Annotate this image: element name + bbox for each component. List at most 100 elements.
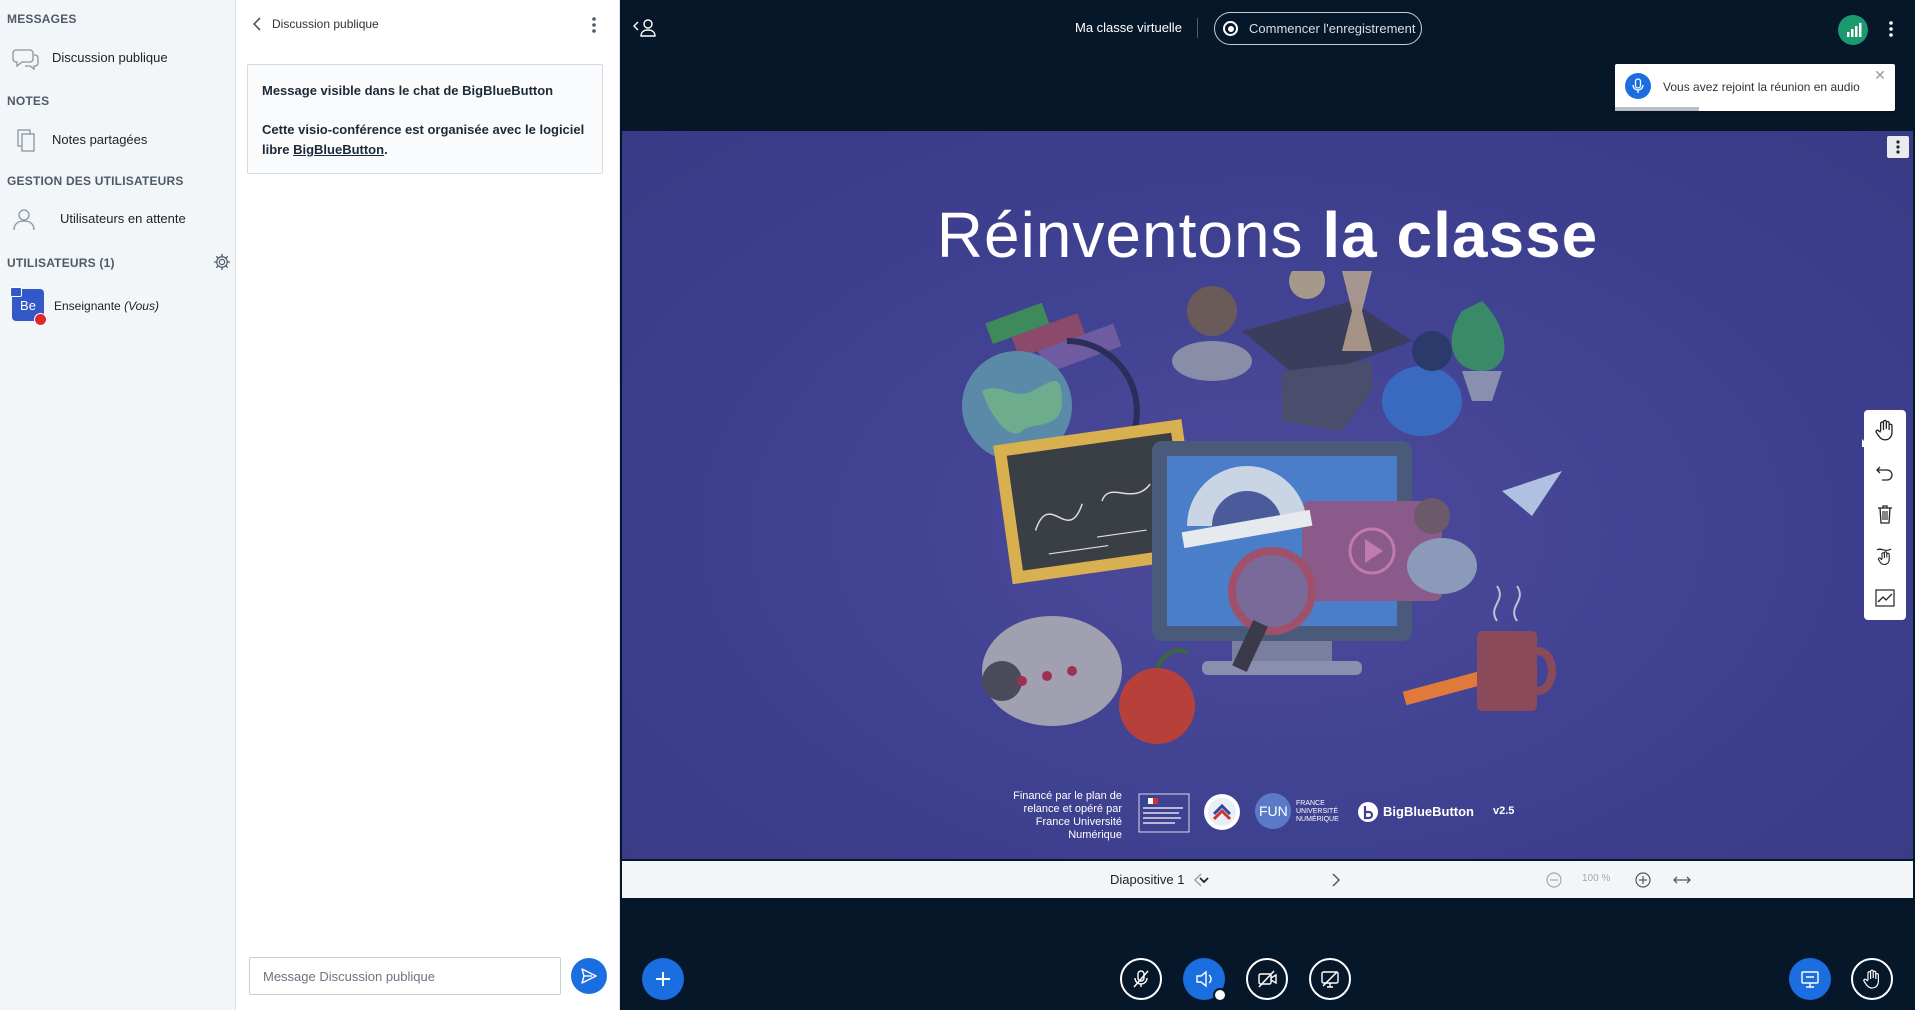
send-button[interactable] (571, 958, 607, 994)
multi-user-toggle-button[interactable] (1869, 540, 1901, 572)
welcome-line2: Cette visio-conférence est organisée ave… (262, 120, 588, 160)
fun-logo: FUN FRANCE UNIVERSITÉ NUMÉRIQUE (1254, 792, 1346, 834)
slide-title-bold: la classe (1322, 199, 1599, 271)
audio-joined-toast: Vous avez rejoint la réunion en audio ✕ (1615, 64, 1895, 111)
options-menu-icon[interactable] (1886, 18, 1896, 40)
more-options-icon[interactable] (588, 14, 600, 36)
toast-message: Vous avez rejoint la réunion en audio (1663, 80, 1860, 94)
chat-header: Discussion publique (236, 0, 620, 48)
pan-tool-button[interactable] (1869, 414, 1901, 446)
start-recording-button[interactable]: Commencer l'enregistrement (1214, 12, 1422, 45)
presentation-icon (1801, 971, 1819, 988)
undo-icon (1876, 466, 1893, 481)
sidebar-item-label: Utilisateurs en attente (60, 211, 186, 226)
messages-section-title: MESSAGES (7, 12, 77, 26)
actions-plus-button[interactable] (642, 958, 684, 1000)
trash-icon (1878, 505, 1892, 524)
microphone-icon (1625, 73, 1651, 99)
user-name: Enseignante (Vous) (54, 299, 159, 313)
audio-settings-badge-icon[interactable] (1213, 988, 1227, 1002)
slide-select[interactable]: Diapositive 1 (1110, 869, 1220, 891)
main-area: Ma classe virtuelle Commencer l'enregist… (620, 0, 1915, 1010)
chat-icon (12, 49, 39, 70)
sidebar-item-shared-notes[interactable]: Notes partagées (0, 120, 236, 160)
next-slide-icon[interactable] (1328, 871, 1344, 889)
notes-icon (17, 129, 35, 152)
notes-section-title: NOTES (7, 94, 50, 108)
microphone-muted-icon (1133, 970, 1149, 988)
presenter-badge-icon (10, 287, 22, 297)
hide-presentation-button[interactable] (1789, 958, 1831, 1000)
classroom-illustration (962, 271, 1562, 744)
share-webcam-button[interactable] (1246, 958, 1288, 1000)
user-name-text: Enseignante (54, 299, 121, 313)
share-screen-button[interactable] (1309, 958, 1351, 1000)
welcome-line2-end: . (384, 142, 388, 157)
ministry-logo (1137, 792, 1191, 834)
user-list-item[interactable]: Be Enseignante (Vous) (0, 285, 236, 326)
more-options-icon (1896, 140, 1900, 154)
multi-user-pen-icon (1876, 548, 1892, 566)
sidebar-item-label: Discussion publique (52, 50, 168, 65)
zoom-out-icon[interactable] (1545, 871, 1563, 889)
close-icon[interactable]: ✕ (1873, 68, 1887, 82)
toolbar-pointer-icon (1862, 439, 1870, 447)
undo-button[interactable] (1869, 456, 1901, 488)
fit-width-icon[interactable] (1672, 871, 1692, 889)
zoom-level: 100 % (1582, 873, 1611, 884)
bigbluebutton-link[interactable]: BigBlueButton (293, 142, 384, 157)
toast-progress-bar (1615, 107, 1699, 111)
gear-icon[interactable] (213, 253, 231, 271)
bigbluebutton-icon (1358, 802, 1378, 822)
record-icon (1223, 21, 1238, 36)
users-section-title: UTILISATEURS (1) (7, 256, 115, 270)
version-text: v2.5 (1493, 805, 1515, 817)
chat-message-input[interactable] (249, 957, 561, 995)
hand-icon (1875, 419, 1893, 441)
hand-icon (1863, 969, 1879, 989)
user-list-sidebar: MESSAGES Discussion publique NOTES Notes… (0, 0, 236, 1010)
france-relance-logo (1202, 792, 1242, 834)
slide-title-light: Réinventons (936, 199, 1323, 271)
fun-logo-caption: FRANCE UNIVERSITÉ NUMÉRIQUE (1296, 800, 1339, 823)
zoom-in-icon[interactable] (1634, 871, 1652, 889)
user-management-section-title: GESTION DES UTILISATEURS (7, 174, 184, 188)
slide-navigation-bar: Diapositive 1 100 % (622, 861, 1913, 898)
plus-icon (656, 972, 670, 986)
fun-logo-text: FUN (1259, 803, 1288, 819)
sidebar-item-waiting-users[interactable]: Utilisateurs en attente (0, 199, 236, 239)
slide-footer-text: Financé par le plan de relance et opéré … (1013, 790, 1122, 841)
whiteboard-toolbar (1864, 410, 1906, 620)
chat-panel: Discussion publique Message visible dans… (236, 0, 620, 1010)
connection-status-button[interactable] (1838, 15, 1868, 45)
slide-footer: Financé par le plan de relance et opéré … (992, 790, 1592, 841)
speaker-icon (1196, 970, 1212, 988)
chevron-left-icon[interactable] (250, 16, 264, 32)
meeting-title: Ma classe virtuelle (1075, 20, 1182, 35)
camera-off-icon (1258, 970, 1277, 988)
presentation-slide: Réinventons la classe Financé par le pla… (622, 131, 1913, 859)
welcome-message: Message visible dans le chat de BigBlueB… (247, 64, 603, 174)
chevron-down-icon (1199, 877, 1209, 884)
sidebar-item-public-chat[interactable]: Discussion publique (0, 38, 236, 78)
bigbluebutton-logo-text: BigBlueButton (1383, 804, 1474, 819)
user-you-suffix: (Vous) (124, 299, 159, 313)
record-button-label: Commencer l'enregistrement (1249, 21, 1416, 36)
muted-mic-icon (34, 313, 47, 326)
chart-tool-button[interactable] (1869, 582, 1901, 614)
unmute-button[interactable] (1120, 958, 1162, 1000)
raise-hand-button[interactable] (1851, 958, 1893, 1000)
toggle-user-list-icon[interactable] (633, 17, 657, 37)
presentation-options-button[interactable] (1887, 136, 1909, 158)
send-icon (581, 968, 597, 984)
welcome-line1: Message visible dans le chat de BigBlueB… (262, 83, 554, 98)
user-icon (13, 209, 35, 231)
leave-audio-button[interactable] (1183, 958, 1227, 1002)
chat-title: Discussion publique (272, 17, 379, 31)
signal-bars-icon (1847, 23, 1862, 37)
clear-all-button[interactable] (1869, 498, 1901, 530)
screenshare-off-icon (1321, 971, 1339, 988)
bigbluebutton-logo: BigBlueButton v2.5 (1357, 792, 1547, 834)
slide-title: Réinventons la classe (622, 198, 1913, 272)
header-divider (1197, 18, 1198, 38)
